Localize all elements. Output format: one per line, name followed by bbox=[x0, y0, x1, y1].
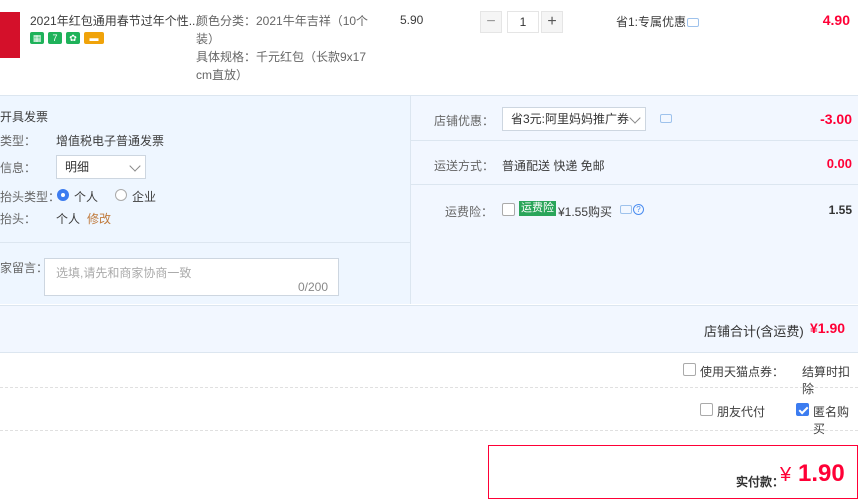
quality-badge-icon: ✿ bbox=[66, 32, 80, 44]
radio-company-label: 企业 bbox=[132, 190, 157, 204]
service-badge-icon: ▦ bbox=[30, 32, 44, 44]
divider bbox=[0, 387, 858, 388]
shipping-label: 运送方式： bbox=[434, 159, 495, 173]
product-thumbnail[interactable] bbox=[0, 12, 20, 58]
message-counter: 0/200 bbox=[298, 280, 329, 294]
modify-link[interactable]: 修改 bbox=[87, 210, 111, 227]
tmall-points-note: 结算时扣除 bbox=[802, 365, 851, 396]
radio-personal[interactable] bbox=[57, 189, 69, 201]
payment-amount: 1.90 bbox=[798, 460, 845, 487]
friend-pay-label: 朋友代付 bbox=[717, 405, 766, 419]
message-label: 家留言： bbox=[0, 261, 49, 275]
quantity-input[interactable]: 1 bbox=[507, 11, 539, 33]
insurance-tag: 运费险 bbox=[519, 201, 556, 216]
item-subtotal: 4.90 bbox=[822, 12, 850, 28]
invoice-info-value: 明细 bbox=[65, 160, 90, 174]
chat-icon[interactable] bbox=[620, 205, 632, 214]
divider bbox=[411, 184, 858, 185]
anonymous-checkbox[interactable] bbox=[796, 403, 809, 416]
unit-price: 5.90 bbox=[400, 13, 424, 27]
chevron-down-icon bbox=[129, 160, 141, 172]
shipping-amount: 0.00 bbox=[826, 156, 852, 171]
radio-company[interactable] bbox=[115, 189, 127, 201]
invoice-type-value: 增值税电子普通发票 bbox=[56, 134, 165, 148]
product-title-link[interactable]: 2021年红包通用春节过年个性... bbox=[30, 12, 199, 29]
promo-text: 省1:专属优惠 bbox=[616, 15, 687, 29]
shipping-value: 普通配送 快递 免邮 bbox=[502, 159, 605, 173]
quantity-decrease-button[interactable]: − bbox=[480, 11, 502, 33]
spec-color: 颜色分类：2021牛年吉祥（10个 bbox=[196, 14, 369, 28]
seven-day-return-icon: 7 bbox=[48, 32, 62, 44]
invoice-type-label: 类型： bbox=[0, 134, 37, 148]
payment-currency: ¥ bbox=[780, 464, 792, 486]
spec-size: 具体规格：千元红包（长款9x17 bbox=[196, 50, 367, 64]
help-icon[interactable]: ? bbox=[633, 204, 644, 215]
spec-size-continued: cm直放） bbox=[196, 68, 248, 82]
insurance-checkbox[interactable] bbox=[502, 203, 515, 216]
tmall-points-label: 使用天猫点券： bbox=[700, 365, 785, 379]
insurance-label: 运费险： bbox=[445, 205, 494, 219]
invoice-title: 开具发票 bbox=[0, 110, 49, 124]
header-type-label: 抬头类型： bbox=[0, 190, 61, 204]
quantity-increase-button[interactable]: + bbox=[541, 11, 563, 33]
anonymous-label: 匿名购买 bbox=[813, 405, 850, 436]
payment-label: 实付款： bbox=[736, 475, 785, 489]
store-discount-label: 店铺优惠： bbox=[434, 114, 495, 128]
tmall-points-checkbox[interactable] bbox=[683, 363, 696, 376]
store-discount-select[interactable]: 省3元:阿里妈妈推广券 bbox=[502, 107, 646, 131]
store-total-label: 店铺合计(含运费) bbox=[704, 324, 804, 339]
divider bbox=[411, 140, 858, 141]
divider bbox=[0, 430, 858, 431]
spec-color-continued: 装） bbox=[196, 32, 221, 46]
invoice-info-label: 信息： bbox=[0, 161, 37, 175]
radio-personal-label: 个人 bbox=[74, 190, 99, 204]
invoice-header-label: 抬头： bbox=[0, 212, 37, 226]
invoice-info-select[interactable]: 明细 bbox=[56, 155, 146, 179]
chevron-down-icon bbox=[629, 112, 641, 124]
chat-icon[interactable] bbox=[660, 114, 672, 123]
friend-pay-checkbox[interactable] bbox=[700, 403, 713, 416]
store-total-amount: ¥1.90 bbox=[810, 320, 846, 336]
invoice-header-value: 个人 bbox=[56, 212, 81, 226]
divider bbox=[0, 242, 410, 243]
store-discount-amount: -3.00 bbox=[820, 111, 852, 127]
insurance-price: ¥1.55购买 bbox=[558, 205, 613, 219]
credit-card-icon: ▬ bbox=[84, 32, 104, 44]
chat-icon[interactable] bbox=[687, 18, 699, 27]
message-placeholder: 选填,请先和商家协商一致 bbox=[56, 266, 192, 280]
insurance-amount: 1.55 bbox=[828, 203, 852, 217]
store-discount-value: 省3元:阿里妈妈推广券 bbox=[511, 112, 630, 126]
